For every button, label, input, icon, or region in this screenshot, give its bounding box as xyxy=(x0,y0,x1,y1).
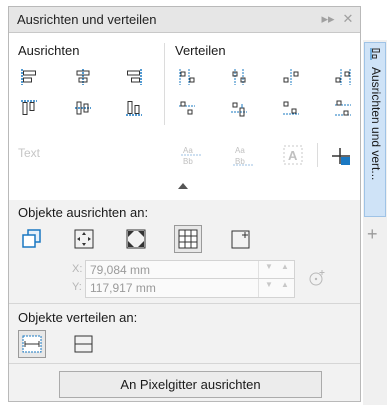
snap-to-pixel-grid-button[interactable]: An Pixelgitter ausrichten xyxy=(59,371,322,398)
align-to-heading: Objekte ausrichten an: xyxy=(18,205,149,220)
x-spin-up-icon[interactable]: ▲ xyxy=(281,262,289,271)
align-top-icon[interactable] xyxy=(17,96,41,120)
distribute-top-icon[interactable] xyxy=(175,96,199,120)
pick-point-icon[interactable] xyxy=(305,266,329,290)
x-coordinate-value: 79,084 mm xyxy=(90,263,151,277)
distribute-right-icon[interactable] xyxy=(331,65,355,89)
y-coordinate-spinner[interactable]: ▼ ▲ xyxy=(258,279,294,297)
close-panel-icon[interactable]: ✕ xyxy=(339,10,357,28)
distribute-spacing-vertical-icon[interactable] xyxy=(279,96,303,120)
svg-text:A: A xyxy=(288,148,298,163)
y-coordinate-label: Y: xyxy=(72,281,82,293)
page-center-icon[interactable] xyxy=(124,227,148,251)
panel-titlebar: Ausrichten und verteilen ▸▸ ✕ xyxy=(9,7,360,33)
align-heading: Ausrichten xyxy=(18,43,80,58)
grid-icon[interactable] xyxy=(176,227,200,251)
text-row-divider xyxy=(317,143,318,167)
svg-text:Aa: Aa xyxy=(183,146,193,155)
x-spin-down-icon[interactable]: ▼ xyxy=(265,262,273,271)
page-extent-icon[interactable] xyxy=(72,332,96,356)
x-coordinate-label: X: xyxy=(72,263,83,275)
svg-text:Bb: Bb xyxy=(183,157,193,166)
distribute-center-vertical-icon[interactable] xyxy=(227,96,251,120)
align-tab-icon xyxy=(370,47,382,64)
options-divider-1 xyxy=(9,303,360,304)
align-left-icon[interactable] xyxy=(17,65,41,89)
y-coordinate-field[interactable]: 117,917 mm ▼ ▲ xyxy=(85,278,295,298)
color-fill-icon[interactable] xyxy=(329,144,353,168)
distribute-heading: Verteilen xyxy=(175,43,226,58)
y-spin-up-icon[interactable]: ▲ xyxy=(281,280,289,289)
options-divider-2 xyxy=(9,363,360,364)
x-coordinate-field[interactable]: 79,084 mm ▼ ▲ xyxy=(85,260,295,280)
align-center-vertical-icon[interactable] xyxy=(71,96,95,120)
text-baseline-align-icon[interactable]: Aa Bb xyxy=(177,143,205,167)
page-edge-icon[interactable] xyxy=(72,227,96,251)
distribute-to-heading: Objekte verteilen an: xyxy=(18,310,138,325)
distribute-spacing-horizontal-icon[interactable] xyxy=(279,65,303,89)
specified-point-icon[interactable] xyxy=(229,227,253,251)
tab-align-distribute-label: Ausrichten und vert... xyxy=(369,67,383,181)
y-coordinate-value: 117,917 mm xyxy=(90,281,156,295)
collapse-section-icon[interactable] xyxy=(173,179,193,193)
align-distribute-divider xyxy=(164,43,165,125)
distribute-center-horizontal-icon[interactable] xyxy=(227,65,251,89)
distribute-bottom-icon[interactable] xyxy=(331,96,355,120)
tab-align-distribute[interactable]: Ausrichten und vert... xyxy=(364,42,386,217)
align-bottom-icon[interactable] xyxy=(122,96,146,120)
distribute-left-icon[interactable] xyxy=(175,65,199,89)
text-row-label: Text xyxy=(18,146,41,160)
align-right-icon[interactable] xyxy=(122,65,146,89)
panel-title: Ausrichten und verteilen xyxy=(17,12,157,27)
text-center-align-icon[interactable]: Aa Bb xyxy=(229,143,257,167)
text-bounding-box-icon[interactable]: A xyxy=(280,143,306,167)
active-objects-icon[interactable] xyxy=(19,227,43,251)
align-center-horizontal-icon[interactable] xyxy=(71,65,95,89)
y-spin-down-icon[interactable]: ▼ xyxy=(265,280,273,289)
align-distribute-panel: Ausrichten und verteilen ▸▸ ✕ Ausrichten… xyxy=(8,6,361,402)
collapse-panel-icon[interactable]: ▸▸ xyxy=(319,10,337,28)
selection-extent-icon[interactable] xyxy=(20,332,44,356)
add-docker-icon[interactable]: + xyxy=(367,224,378,245)
x-coordinate-spinner[interactable]: ▼ ▲ xyxy=(258,261,294,279)
svg-text:Aa: Aa xyxy=(235,146,245,155)
